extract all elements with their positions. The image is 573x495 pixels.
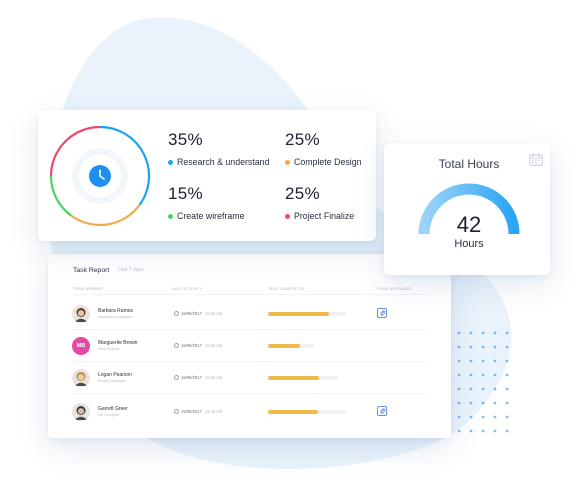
stats-card: 35% Research & understand 25% Complete D… <box>38 110 376 241</box>
activity-time: 11:35 AM <box>204 375 223 380</box>
member-role: Project Manager <box>98 379 126 383</box>
legend-dot <box>285 159 290 165</box>
progress-fill <box>268 376 320 380</box>
table-row[interactable]: Barbara Ramos Acquisition manager 19/06/20… <box>48 300 451 330</box>
stat-label: Complete Design <box>294 157 362 167</box>
member-name: Barbara Ramos <box>98 308 134 314</box>
attachment-icon[interactable] <box>377 308 387 318</box>
activity-date: 19/06/2017 <box>181 409 202 414</box>
donut-chart <box>49 125 151 227</box>
last-activity: 19/06/2017 11:35 AM <box>181 311 222 316</box>
task-report-card: Task Report Last 7 days TEAM MEMBER LAST… <box>48 254 451 438</box>
stat-percent: 35% <box>168 130 203 149</box>
activity-time: 11:35 AM <box>204 311 223 316</box>
stat-finalize: 25% Project Finalize <box>285 184 354 221</box>
member-name: Logan Pearson <box>98 372 132 378</box>
member-role: Web Analyst <box>98 347 120 351</box>
avatar <box>72 403 90 421</box>
activity-date: 19/06/2017 <box>181 343 202 348</box>
avatar <box>72 305 90 323</box>
clock-icon <box>174 343 179 348</box>
legend-dot <box>168 159 173 165</box>
legend-dot <box>285 213 290 219</box>
header-divider <box>73 294 428 295</box>
progress-track <box>268 312 346 316</box>
stat-design: 25% Complete Design <box>285 130 361 167</box>
stat-research: 35% Research & understand <box>168 130 269 167</box>
activity-date: 19/06/2017 <box>181 311 202 316</box>
total-hours-card: Total Hours 42 Hours <box>384 143 550 275</box>
table-row[interactable]: Garrett Greer UX Designer 19/06/2017 11:35 … <box>48 398 451 428</box>
progress-fill <box>268 312 329 316</box>
progress-fill <box>268 410 318 414</box>
activity-date: 19/06/2017 <box>181 375 202 380</box>
col-files-uploaded[interactable]: FILES UPLOADED <box>377 287 412 291</box>
progress-fill <box>268 344 300 348</box>
dot-grid-decoration <box>457 331 509 433</box>
activity-time: 11:35 AM <box>204 343 223 348</box>
donut-segment <box>70 204 141 227</box>
table-row[interactable]: MB Marguerite Brown Web Analyst 19/06/2017 1… <box>48 332 451 362</box>
stat-percent: 25% <box>285 130 320 149</box>
hours-unit: Hours <box>454 238 484 250</box>
legend-dot <box>168 213 173 219</box>
clock-icon <box>174 311 179 316</box>
row-divider <box>73 329 428 330</box>
row-divider <box>73 361 428 362</box>
stat-percent: 25% <box>285 184 320 203</box>
row-divider <box>73 393 428 394</box>
col-task-completed[interactable]: TASK COMPLETED <box>268 287 305 291</box>
member-role: Acquisition manager <box>98 315 133 319</box>
last-activity: 19/06/2017 11:35 AM <box>181 375 222 380</box>
donut-segment <box>49 175 72 217</box>
progress-track <box>268 344 314 348</box>
task-report-title: Task Report <box>73 267 110 274</box>
task-report-range[interactable]: Last 7 days <box>118 267 144 273</box>
table-row[interactable]: Logan Pearson Project Manager 19/06/2017 11… <box>48 364 451 394</box>
col-last-activity[interactable]: LAST ACTIVITY <box>172 287 202 291</box>
progress-track <box>268 376 338 380</box>
last-activity: 19/06/2017 11:35 AM <box>181 409 222 414</box>
hours-value: 42 <box>456 212 482 237</box>
stat-label: Create wireframe <box>177 211 245 221</box>
member-name: Garrett Greer <box>98 406 128 412</box>
avatar <box>72 369 90 387</box>
hours-title: Total Hours <box>438 157 500 171</box>
attachment-icon[interactable] <box>377 406 387 416</box>
last-activity: 19/06/2017 11:35 AM <box>181 343 222 348</box>
clock-icon <box>174 375 179 380</box>
stat-percent: 15% <box>168 184 203 203</box>
stat-label: Research & understand <box>177 157 270 167</box>
clock-icon <box>174 409 179 414</box>
progress-track <box>268 410 346 414</box>
member-role: UX Designer <box>98 413 120 417</box>
col-team-member[interactable]: TEAM MEMBER <box>73 287 103 291</box>
member-name: Marguerite Brown <box>98 340 138 346</box>
stat-label: Project Finalize <box>294 211 355 221</box>
stat-wireframe: 15% Create wireframe <box>168 184 244 221</box>
avatar: MB <box>72 337 90 355</box>
activity-time: 11:35 AM <box>204 409 223 414</box>
